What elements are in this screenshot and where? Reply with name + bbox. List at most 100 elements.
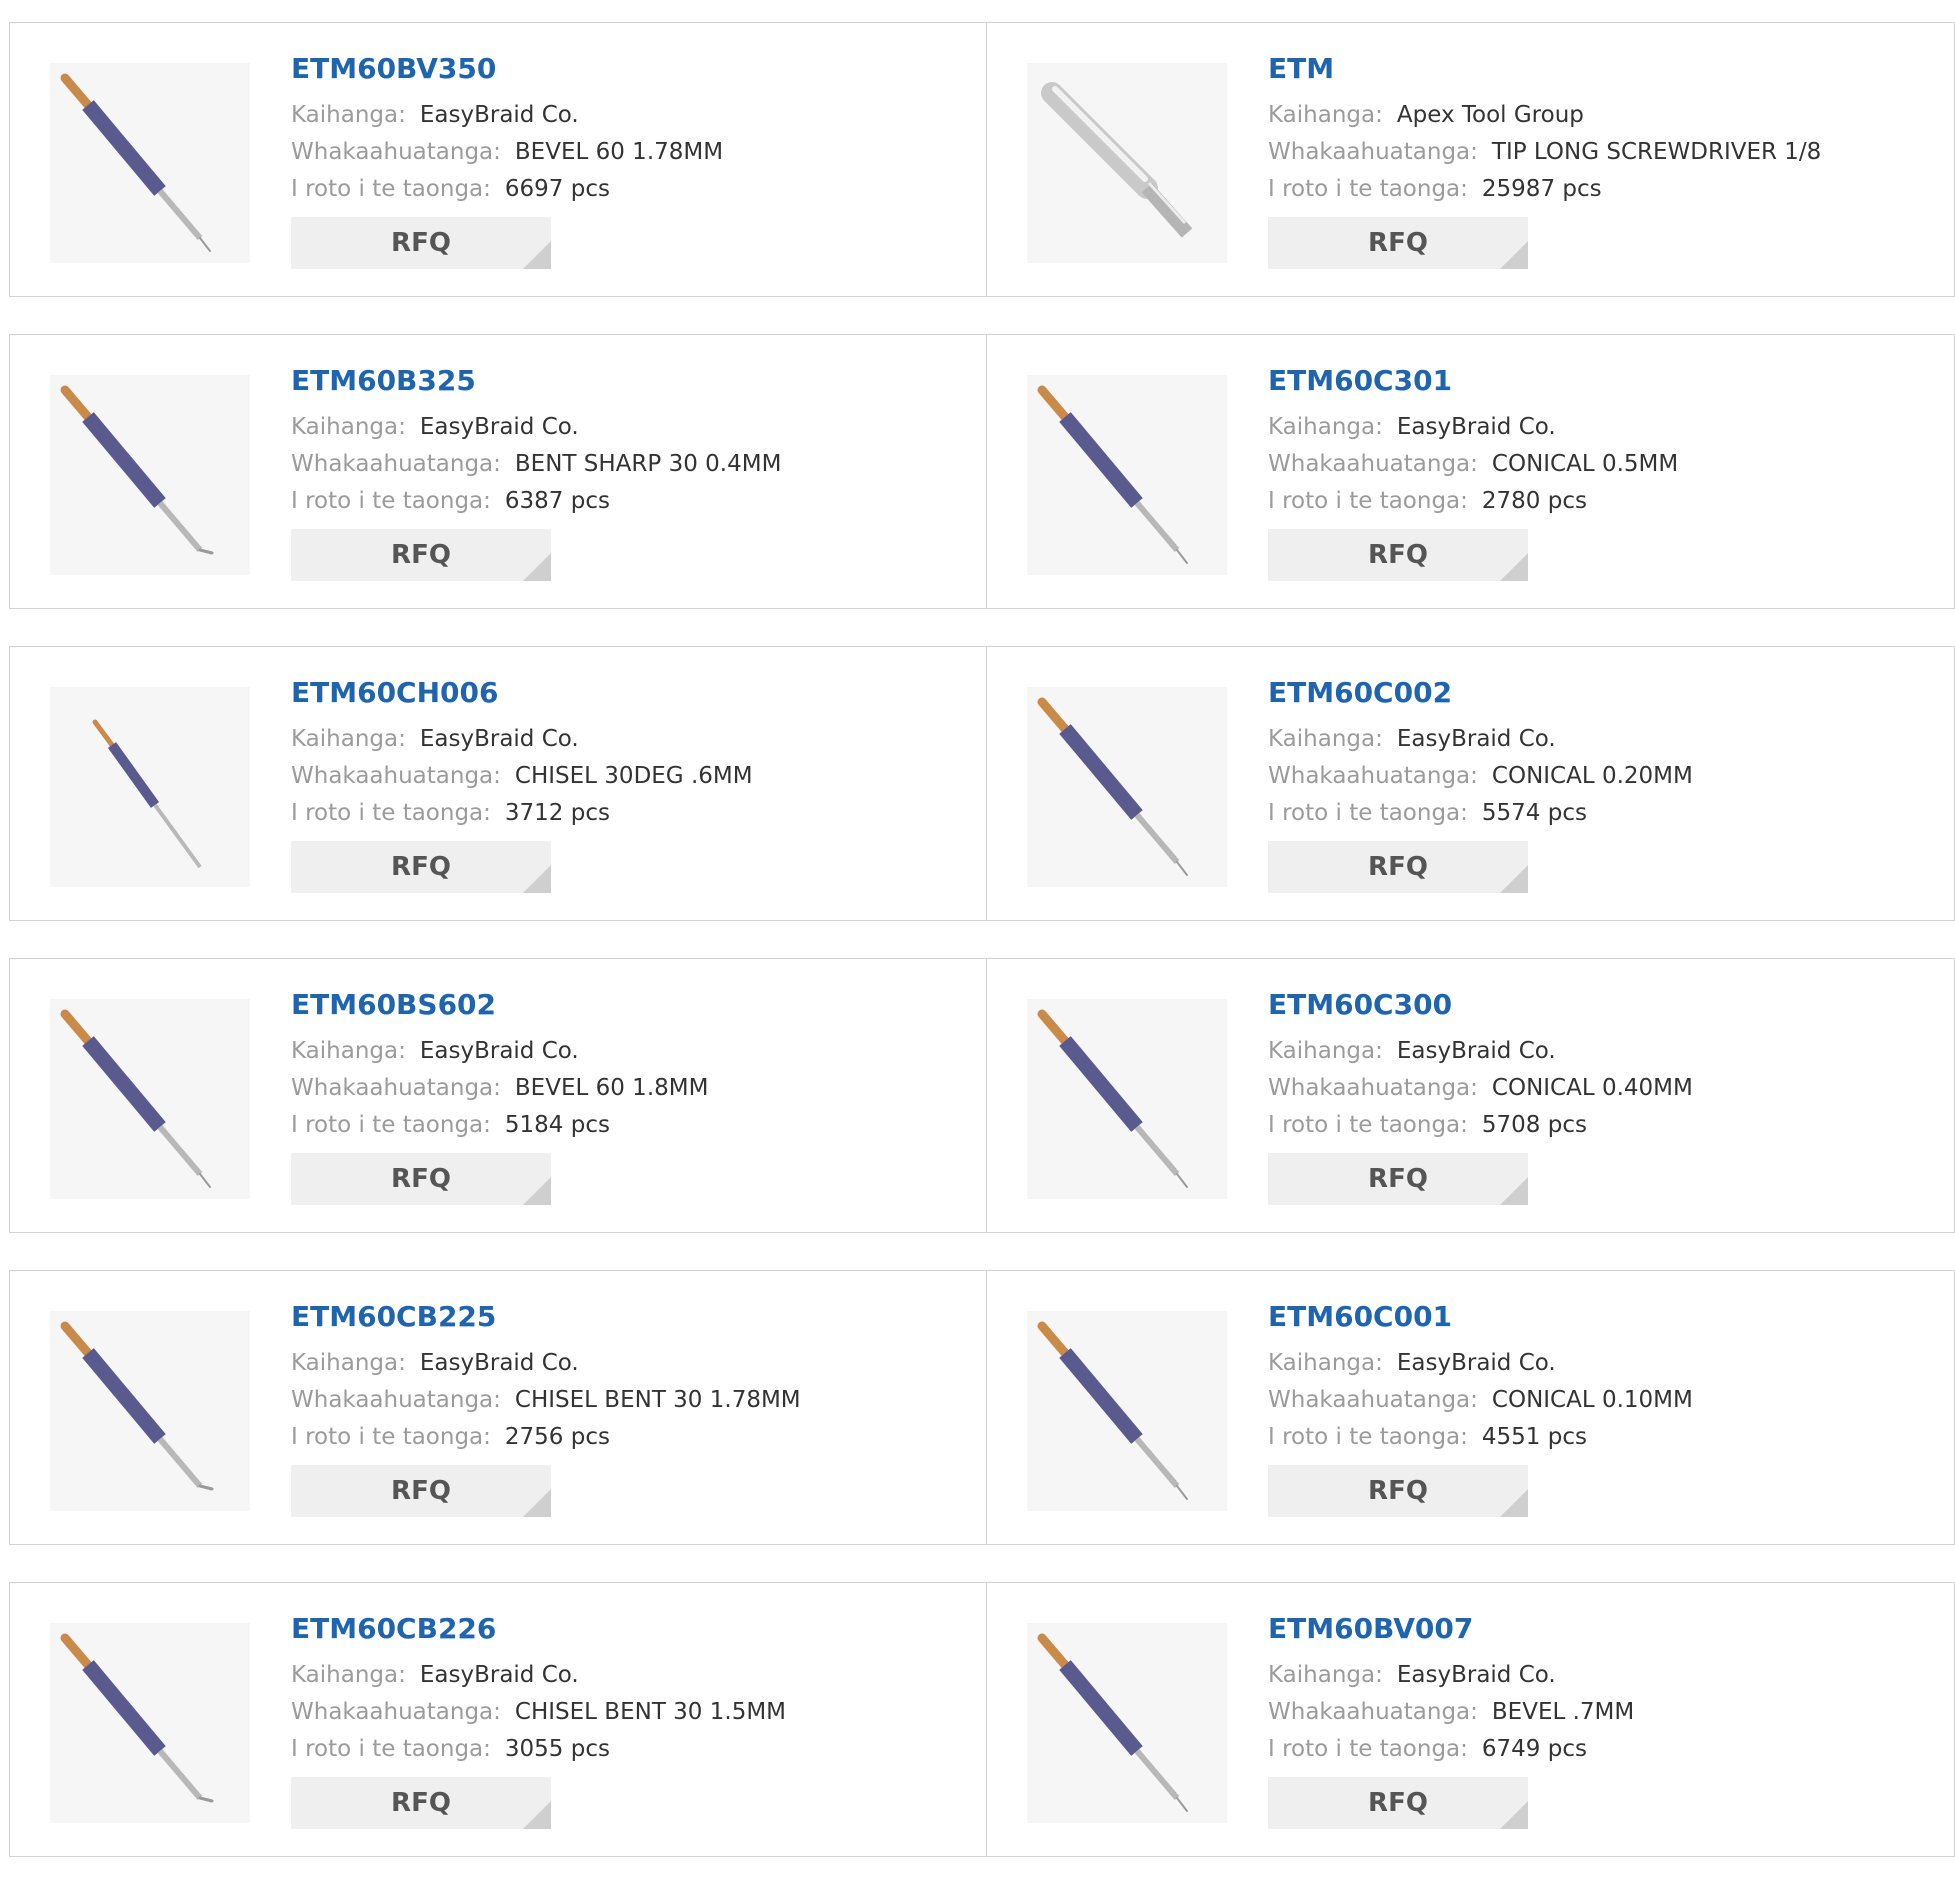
product-row: ETM60CH006 Kaihanga: EasyBraid Co. Whakaa…	[9, 646, 1955, 921]
rfq-button[interactable]: RFQ	[291, 1153, 551, 1205]
manufacturer-value: EasyBraid Co.	[419, 1350, 579, 1376]
corner-triangle-icon	[1500, 1489, 1528, 1517]
product-row: ETM60BS602 Kaihanga: EasyBraid Co. Whakaa…	[9, 958, 1955, 1233]
product-image[interactable]	[50, 63, 250, 263]
rfq-button[interactable]: RFQ	[291, 1465, 551, 1517]
product-part-number-link[interactable]: ETM60C002	[1268, 675, 1944, 711]
description-row: Whakaahuatanga: BEVEL 60 1.8MM	[291, 1070, 976, 1107]
product-card: ETM60B325 Kaihanga: EasyBraid Co. Whakaah…	[9, 334, 987, 609]
stock-value: 6697 pcs	[504, 176, 610, 202]
manufacturer-row: Kaihanga: EasyBraid Co.	[1268, 1657, 1944, 1694]
rfq-button[interactable]: RFQ	[1268, 1153, 1528, 1205]
product-image[interactable]	[50, 1311, 250, 1511]
rfq-button[interactable]: RFQ	[1268, 841, 1528, 893]
product-info: ETM60B325 Kaihanga: EasyBraid Co. Whakaah…	[291, 363, 976, 581]
product-part-number-link[interactable]: ETM60CB226	[291, 1611, 976, 1647]
product-card: ETM Kaihanga: Apex Tool Group Whakaahuata…	[987, 22, 1955, 297]
manufacturer-label: Kaihanga:	[1268, 1038, 1383, 1064]
stock-label: I roto i te taonga:	[291, 176, 491, 202]
rfq-button-label: RFQ	[391, 852, 451, 882]
description-row: Whakaahuatanga: BEVEL .7MM	[1268, 1694, 1944, 1731]
corner-triangle-icon	[523, 553, 551, 581]
rfq-button[interactable]: RFQ	[291, 1777, 551, 1829]
manufacturer-label: Kaihanga:	[291, 1662, 406, 1688]
product-part-number-link[interactable]: ETM60C001	[1268, 1299, 1944, 1335]
stock-row: I roto i te taonga: 3055 pcs	[291, 1731, 976, 1768]
product-part-number-link[interactable]: ETM60BS602	[291, 987, 976, 1023]
product-part-number-link[interactable]: ETM60B325	[291, 363, 976, 399]
manufacturer-row: Kaihanga: EasyBraid Co.	[1268, 409, 1944, 446]
soldering-tip-bent-icon	[60, 1321, 214, 1491]
description-value: BEVEL .7MM	[1491, 1699, 1635, 1725]
rfq-button[interactable]: RFQ	[291, 841, 551, 893]
description-row: Whakaahuatanga: CHISEL BENT 30 1.5MM	[291, 1694, 976, 1731]
description-label: Whakaahuatanga:	[1268, 1075, 1478, 1101]
description-label: Whakaahuatanga:	[291, 1075, 501, 1101]
product-info: ETM Kaihanga: Apex Tool Group Whakaahuata…	[1268, 51, 1944, 269]
manufacturer-value: EasyBraid Co.	[419, 1038, 579, 1064]
stock-label: I roto i te taonga:	[291, 1736, 491, 1762]
product-part-number-link[interactable]: ETM60CH006	[291, 675, 976, 711]
soldering-tip-conical-icon	[1037, 1009, 1188, 1188]
product-image[interactable]	[1027, 687, 1227, 887]
soldering-tip-bevel-icon	[60, 73, 211, 252]
manufacturer-label: Kaihanga:	[291, 1350, 406, 1376]
rfq-button[interactable]: RFQ	[291, 529, 551, 581]
manufacturer-label: Kaihanga:	[1268, 102, 1383, 128]
manufacturer-value: EasyBraid Co.	[1396, 726, 1556, 752]
product-image[interactable]	[1027, 375, 1227, 575]
description-row: Whakaahuatanga: CHISEL BENT 30 1.78MM	[291, 1382, 976, 1419]
soldering-tip-bevel-icon	[1037, 1633, 1188, 1812]
corner-triangle-icon	[523, 865, 551, 893]
manufacturer-row: Kaihanga: EasyBraid Co.	[1268, 1345, 1944, 1382]
product-part-number-link[interactable]: ETM	[1268, 51, 1944, 87]
description-label: Whakaahuatanga:	[291, 139, 501, 165]
soldering-tip-bent-icon	[60, 1633, 214, 1803]
stock-label: I roto i te taonga:	[291, 800, 491, 826]
product-card: ETM60CH006 Kaihanga: EasyBraid Co. Whakaa…	[9, 646, 987, 921]
manufacturer-label: Kaihanga:	[1268, 726, 1383, 752]
product-part-number-link[interactable]: ETM60C301	[1268, 363, 1944, 399]
product-image[interactable]	[50, 999, 250, 1199]
description-row: Whakaahuatanga: CONICAL 0.10MM	[1268, 1382, 1944, 1419]
rfq-button[interactable]: RFQ	[291, 217, 551, 269]
rfq-button-label: RFQ	[391, 1476, 451, 1506]
product-card: ETM60CB225 Kaihanga: EasyBraid Co. Whakaa…	[9, 1270, 987, 1545]
rfq-button[interactable]: RFQ	[1268, 1465, 1528, 1517]
rfq-button-label: RFQ	[1368, 1476, 1428, 1506]
product-part-number-link[interactable]: ETM60BV350	[291, 51, 976, 87]
stock-label: I roto i te taonga:	[291, 1112, 491, 1138]
stock-label: I roto i te taonga:	[1268, 1736, 1468, 1762]
rfq-button[interactable]: RFQ	[1268, 217, 1528, 269]
stock-row: I roto i te taonga: 6387 pcs	[291, 483, 976, 520]
product-image[interactable]	[50, 375, 250, 575]
product-part-number-link[interactable]: ETM60BV007	[1268, 1611, 1944, 1647]
product-part-number-link[interactable]: ETM60C300	[1268, 987, 1944, 1023]
product-part-number-link[interactable]: ETM60CB225	[291, 1299, 976, 1335]
manufacturer-value: EasyBraid Co.	[1396, 414, 1556, 440]
product-image[interactable]	[1027, 999, 1227, 1199]
manufacturer-label: Kaihanga:	[1268, 414, 1383, 440]
product-card: ETM60C301 Kaihanga: EasyBraid Co. Whakaah…	[987, 334, 1955, 609]
description-value: BEVEL 60 1.8MM	[514, 1075, 709, 1101]
product-image[interactable]	[50, 1623, 250, 1823]
product-row: ETM60CB225 Kaihanga: EasyBraid Co. Whakaa…	[9, 1270, 1955, 1545]
product-image[interactable]	[50, 687, 250, 887]
description-value: CHISEL 30DEG .6MM	[514, 763, 753, 789]
product-grid: ETM60BV350 Kaihanga: EasyBraid Co. Whakaa…	[9, 22, 1955, 1894]
product-info: ETM60CB226 Kaihanga: EasyBraid Co. Whakaa…	[291, 1611, 976, 1829]
manufacturer-label: Kaihanga:	[1268, 1662, 1383, 1688]
stock-value: 6387 pcs	[504, 488, 610, 514]
rfq-button[interactable]: RFQ	[1268, 1777, 1528, 1829]
stock-row: I roto i te taonga: 25987 pcs	[1268, 171, 1944, 208]
description-label: Whakaahuatanga:	[1268, 139, 1478, 165]
manufacturer-label: Kaihanga:	[1268, 1350, 1383, 1376]
product-image[interactable]	[1027, 1311, 1227, 1511]
product-image[interactable]	[1027, 63, 1227, 263]
screwdriver-tip-icon	[1041, 82, 1193, 238]
rfq-button[interactable]: RFQ	[1268, 529, 1528, 581]
stock-value: 3712 pcs	[504, 800, 610, 826]
product-image[interactable]	[1027, 1623, 1227, 1823]
rfq-button-label: RFQ	[391, 540, 451, 570]
description-value: BENT SHARP 30 0.4MM	[514, 451, 782, 477]
